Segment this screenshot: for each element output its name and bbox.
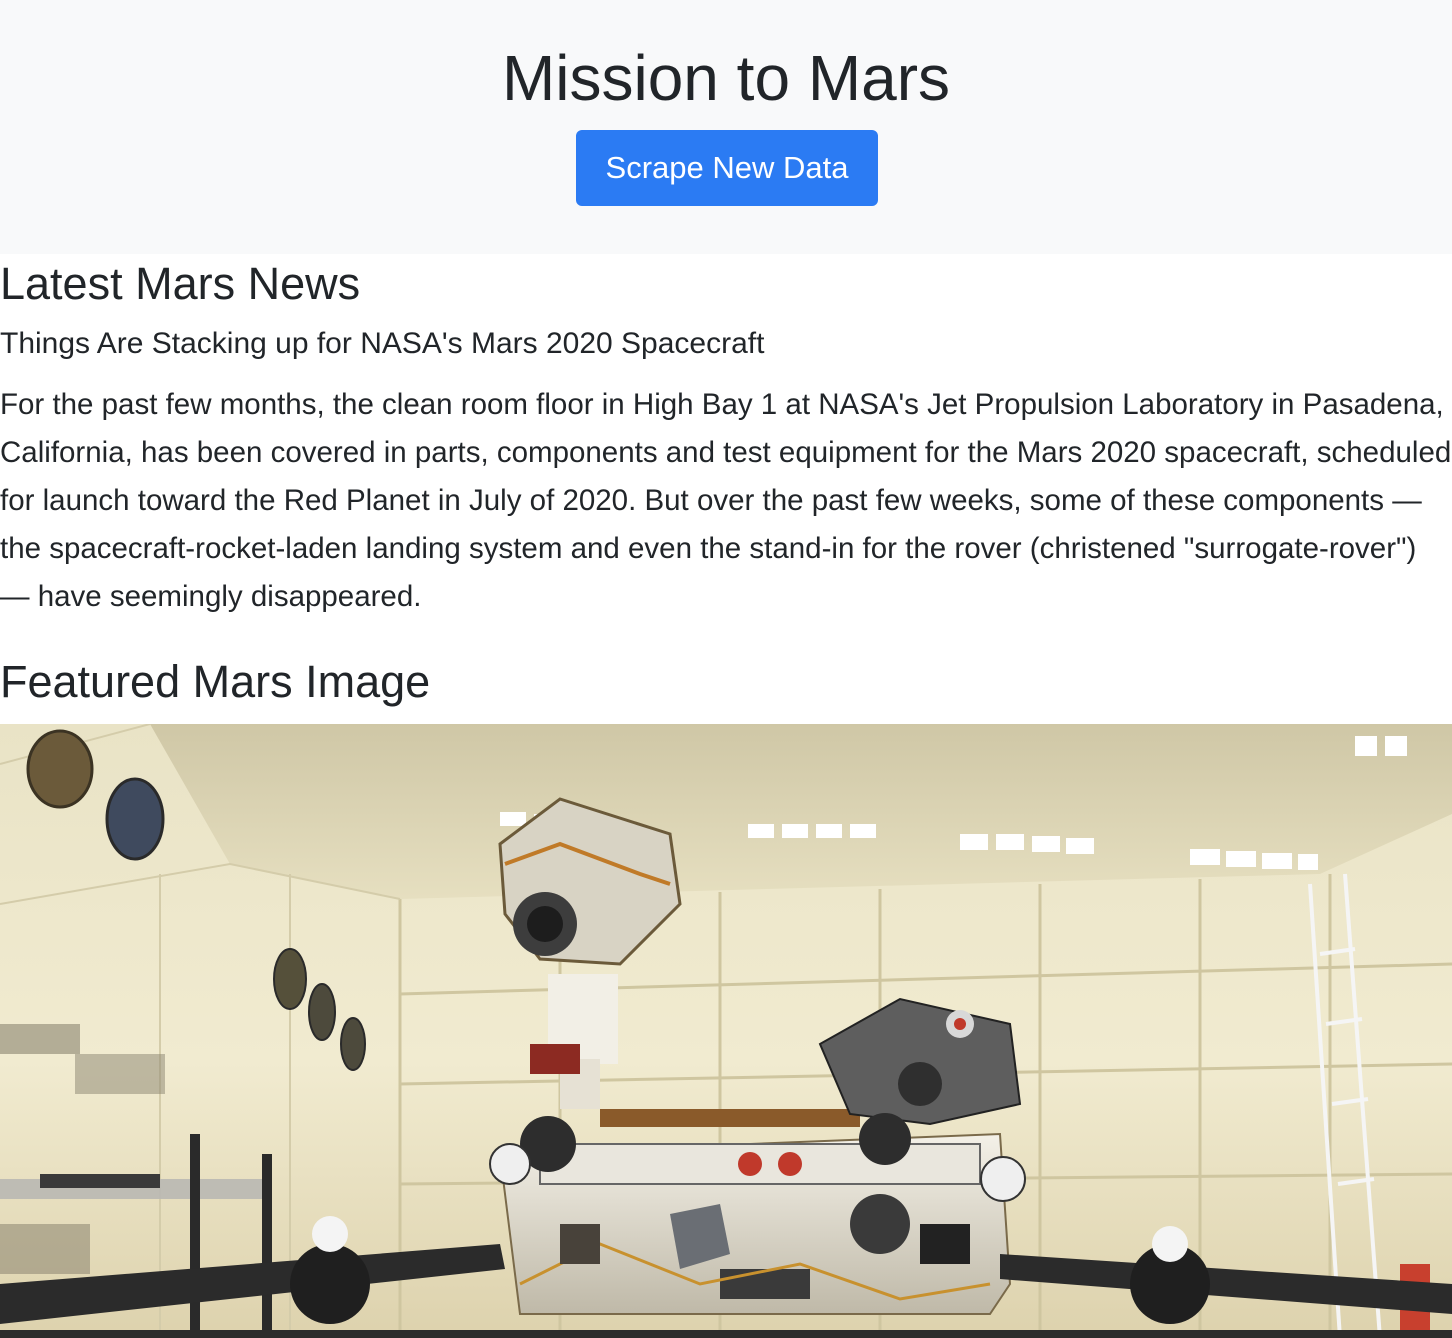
scrape-new-data-button[interactable]: Scrape New Data: [576, 130, 878, 206]
news-title: Things Are Stacking up for NASA's Mars 2…: [0, 327, 765, 360]
news-paragraph: For the past few months, the clean room …: [0, 388, 1452, 613]
featured-mars-image: [0, 724, 1452, 1338]
jumbotron-header: Mission to Mars Scrape New Data: [0, 0, 1452, 254]
featured-image-heading: Featured Mars Image: [0, 656, 431, 707]
latest-news-heading: Latest Mars News: [0, 258, 361, 309]
page-title: Mission to Mars: [501, 42, 951, 114]
